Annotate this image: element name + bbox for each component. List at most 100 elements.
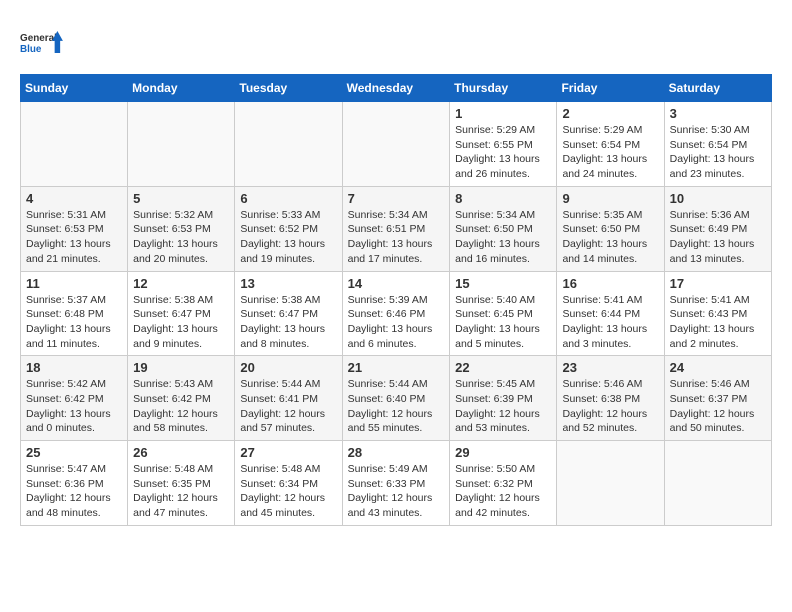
logo: General Blue [20, 20, 64, 64]
day-header-saturday: Saturday [664, 75, 771, 102]
page-header: General Blue [20, 20, 772, 64]
day-number: 15 [455, 276, 551, 291]
calendar-week-3: 11 Sunrise: 5:37 AM Sunset: 6:48 PM Dayli… [21, 271, 772, 356]
day-info: Sunrise: 5:34 AM Sunset: 6:50 PM Dayligh… [455, 208, 551, 267]
day-number: 28 [348, 445, 445, 460]
day-number: 23 [562, 360, 658, 375]
day-number: 19 [133, 360, 229, 375]
day-number: 18 [26, 360, 122, 375]
svg-text:General: General [20, 33, 57, 44]
day-number: 7 [348, 191, 445, 206]
day-info: Sunrise: 5:36 AM Sunset: 6:49 PM Dayligh… [670, 208, 766, 267]
day-number: 22 [455, 360, 551, 375]
day-info: Sunrise: 5:42 AM Sunset: 6:42 PM Dayligh… [26, 377, 122, 436]
day-number: 29 [455, 445, 551, 460]
day-number: 17 [670, 276, 766, 291]
day-info: Sunrise: 5:48 AM Sunset: 6:34 PM Dayligh… [240, 462, 336, 521]
day-info: Sunrise: 5:46 AM Sunset: 6:37 PM Dayligh… [670, 377, 766, 436]
day-info: Sunrise: 5:29 AM Sunset: 6:55 PM Dayligh… [455, 123, 551, 182]
calendar-cell [128, 102, 235, 187]
day-info: Sunrise: 5:32 AM Sunset: 6:53 PM Dayligh… [133, 208, 229, 267]
day-info: Sunrise: 5:47 AM Sunset: 6:36 PM Dayligh… [26, 462, 122, 521]
day-number: 16 [562, 276, 658, 291]
day-info: Sunrise: 5:30 AM Sunset: 6:54 PM Dayligh… [670, 123, 766, 182]
day-number: 5 [133, 191, 229, 206]
day-header-tuesday: Tuesday [235, 75, 342, 102]
calendar-cell: 6 Sunrise: 5:33 AM Sunset: 6:52 PM Daylig… [235, 186, 342, 271]
day-info: Sunrise: 5:44 AM Sunset: 6:40 PM Dayligh… [348, 377, 445, 436]
day-number: 24 [670, 360, 766, 375]
day-number: 12 [133, 276, 229, 291]
day-info: Sunrise: 5:45 AM Sunset: 6:39 PM Dayligh… [455, 377, 551, 436]
day-info: Sunrise: 5:40 AM Sunset: 6:45 PM Dayligh… [455, 293, 551, 352]
calendar-cell: 22 Sunrise: 5:45 AM Sunset: 6:39 PM Dayli… [450, 356, 557, 441]
logo-svg: General Blue [20, 20, 64, 64]
day-info: Sunrise: 5:44 AM Sunset: 6:41 PM Dayligh… [240, 377, 336, 436]
calendar-cell: 8 Sunrise: 5:34 AM Sunset: 6:50 PM Daylig… [450, 186, 557, 271]
day-info: Sunrise: 5:41 AM Sunset: 6:44 PM Dayligh… [562, 293, 658, 352]
calendar-cell: 7 Sunrise: 5:34 AM Sunset: 6:51 PM Daylig… [342, 186, 450, 271]
day-number: 4 [26, 191, 122, 206]
calendar-cell: 16 Sunrise: 5:41 AM Sunset: 6:44 PM Dayli… [557, 271, 664, 356]
calendar-cell [235, 102, 342, 187]
day-number: 10 [670, 191, 766, 206]
day-info: Sunrise: 5:39 AM Sunset: 6:46 PM Dayligh… [348, 293, 445, 352]
calendar-cell: 29 Sunrise: 5:50 AM Sunset: 6:32 PM Dayli… [450, 441, 557, 526]
calendar-cell: 12 Sunrise: 5:38 AM Sunset: 6:47 PM Dayli… [128, 271, 235, 356]
day-number: 8 [455, 191, 551, 206]
calendar-cell: 4 Sunrise: 5:31 AM Sunset: 6:53 PM Daylig… [21, 186, 128, 271]
day-number: 1 [455, 106, 551, 121]
header-row: SundayMondayTuesdayWednesdayThursdayFrid… [21, 75, 772, 102]
calendar-cell: 27 Sunrise: 5:48 AM Sunset: 6:34 PM Dayli… [235, 441, 342, 526]
day-number: 3 [670, 106, 766, 121]
day-info: Sunrise: 5:50 AM Sunset: 6:32 PM Dayligh… [455, 462, 551, 521]
day-header-friday: Friday [557, 75, 664, 102]
calendar-cell [557, 441, 664, 526]
calendar-cell: 23 Sunrise: 5:46 AM Sunset: 6:38 PM Dayli… [557, 356, 664, 441]
calendar-cell: 20 Sunrise: 5:44 AM Sunset: 6:41 PM Dayli… [235, 356, 342, 441]
calendar-cell: 28 Sunrise: 5:49 AM Sunset: 6:33 PM Dayli… [342, 441, 450, 526]
day-info: Sunrise: 5:43 AM Sunset: 6:42 PM Dayligh… [133, 377, 229, 436]
day-number: 27 [240, 445, 336, 460]
day-number: 9 [562, 191, 658, 206]
calendar-week-2: 4 Sunrise: 5:31 AM Sunset: 6:53 PM Daylig… [21, 186, 772, 271]
calendar-cell: 26 Sunrise: 5:48 AM Sunset: 6:35 PM Dayli… [128, 441, 235, 526]
day-number: 6 [240, 191, 336, 206]
calendar-week-1: 1 Sunrise: 5:29 AM Sunset: 6:55 PM Daylig… [21, 102, 772, 187]
day-info: Sunrise: 5:37 AM Sunset: 6:48 PM Dayligh… [26, 293, 122, 352]
calendar-cell: 1 Sunrise: 5:29 AM Sunset: 6:55 PM Daylig… [450, 102, 557, 187]
day-number: 26 [133, 445, 229, 460]
day-info: Sunrise: 5:35 AM Sunset: 6:50 PM Dayligh… [562, 208, 658, 267]
svg-text:Blue: Blue [20, 44, 42, 55]
day-info: Sunrise: 5:48 AM Sunset: 6:35 PM Dayligh… [133, 462, 229, 521]
calendar-cell [21, 102, 128, 187]
calendar-cell: 3 Sunrise: 5:30 AM Sunset: 6:54 PM Daylig… [664, 102, 771, 187]
calendar-cell: 18 Sunrise: 5:42 AM Sunset: 6:42 PM Dayli… [21, 356, 128, 441]
day-number: 21 [348, 360, 445, 375]
calendar-cell: 25 Sunrise: 5:47 AM Sunset: 6:36 PM Dayli… [21, 441, 128, 526]
day-info: Sunrise: 5:49 AM Sunset: 6:33 PM Dayligh… [348, 462, 445, 521]
day-header-monday: Monday [128, 75, 235, 102]
calendar-week-5: 25 Sunrise: 5:47 AM Sunset: 6:36 PM Dayli… [21, 441, 772, 526]
calendar-cell: 13Sunrise: 5:38 AM Sunset: 6:47 PM Dayli… [235, 271, 342, 356]
calendar-cell: 10 Sunrise: 5:36 AM Sunset: 6:49 PM Dayli… [664, 186, 771, 271]
day-info: Sunrise: 5:46 AM Sunset: 6:38 PM Dayligh… [562, 377, 658, 436]
calendar-cell: 11 Sunrise: 5:37 AM Sunset: 6:48 PM Dayli… [21, 271, 128, 356]
day-info: Sunrise: 5:31 AM Sunset: 6:53 PM Dayligh… [26, 208, 122, 267]
day-number: 11 [26, 276, 122, 291]
day-info: Sunrise: 5:34 AM Sunset: 6:51 PM Dayligh… [348, 208, 445, 267]
day-number: 2 [562, 106, 658, 121]
day-info: Sunrise: 5:33 AM Sunset: 6:52 PM Dayligh… [240, 208, 336, 267]
day-info: Sunrise: 5:29 AM Sunset: 6:54 PM Dayligh… [562, 123, 658, 182]
calendar-cell: 17Sunrise: 5:41 AM Sunset: 6:43 PM Dayli… [664, 271, 771, 356]
day-info: Sunrise: 5:38 AM Sunset: 6:47 PM Dayligh… [133, 293, 229, 352]
day-number: 20 [240, 360, 336, 375]
day-header-sunday: Sunday [21, 75, 128, 102]
day-number: 25 [26, 445, 122, 460]
day-info: Sunrise: 5:38 AM Sunset: 6:47 PM Dayligh… [240, 293, 336, 352]
calendar-cell: 9 Sunrise: 5:35 AM Sunset: 6:50 PM Daylig… [557, 186, 664, 271]
calendar-cell: 19 Sunrise: 5:43 AM Sunset: 6:42 PM Dayli… [128, 356, 235, 441]
day-header-wednesday: Wednesday [342, 75, 450, 102]
calendar-cell: 2 Sunrise: 5:29 AM Sunset: 6:54 PM Daylig… [557, 102, 664, 187]
calendar-cell: 14Sunrise: 5:39 AM Sunset: 6:46 PM Dayli… [342, 271, 450, 356]
